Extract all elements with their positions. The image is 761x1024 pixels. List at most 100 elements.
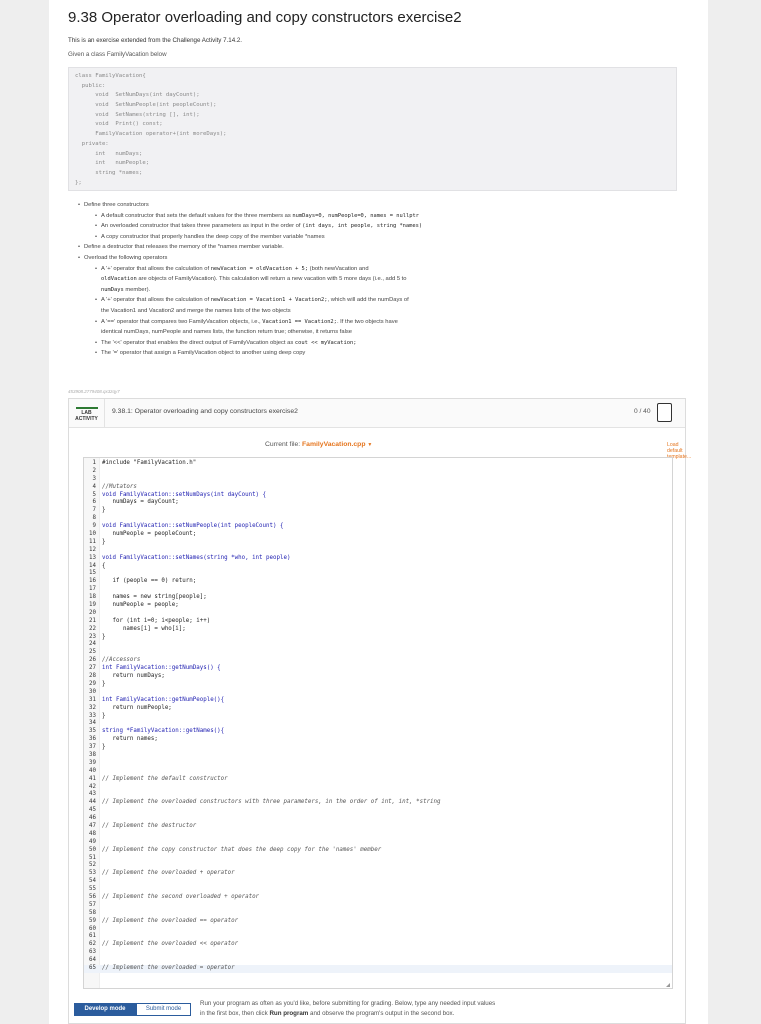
code-line[interactable]: 31 int FamilyVacation::getNumPeople(){ (84, 697, 672, 705)
code-text[interactable]: return names; (102, 736, 157, 744)
code-line[interactable]: 38 (84, 752, 672, 760)
code-line[interactable]: 15 (84, 570, 672, 578)
code-text[interactable]: // Implement the destructor (102, 823, 196, 831)
code-line[interactable]: 42 (84, 784, 672, 792)
code-text[interactable]: } (102, 507, 106, 515)
code-line[interactable]: 54 (84, 878, 672, 886)
code-line[interactable]: 18 names = new string[people]; (84, 594, 672, 602)
develop-mode-button[interactable]: Develop mode (74, 1003, 136, 1016)
code-text[interactable]: names[i] = who[i]; (102, 626, 186, 634)
code-line[interactable]: 49 (84, 839, 672, 847)
code-line[interactable]: 44 // Implement the overloaded constructo… (84, 799, 672, 807)
code-line[interactable]: 4 //Mutators (84, 484, 672, 492)
code-text[interactable]: //Accessors (102, 657, 140, 665)
code-line[interactable]: 51 (84, 855, 672, 863)
code-text[interactable]: int FamilyVacation::getNumPeople(){ (102, 697, 224, 705)
code-text[interactable]: } (102, 713, 106, 721)
code-text[interactable]: // Implement the overloaded + operator (102, 870, 235, 878)
code-line[interactable]: 21 for (int i=0; i<people; i++) (84, 618, 672, 626)
code-line[interactable]: 16 if (people == 0) return; (84, 578, 672, 586)
code-text[interactable]: //Mutators (102, 484, 137, 492)
code-line[interactable]: 20 (84, 610, 672, 618)
code-text[interactable]: void FamilyVacation::setNumPeople(int pe… (102, 523, 283, 531)
code-line[interactable]: 56 // Implement the second overloaded + o… (84, 894, 672, 902)
code-line[interactable]: 35 string *FamilyVacation::getNames(){ (84, 728, 672, 736)
code-line[interactable]: 60 (84, 926, 672, 934)
code-text[interactable]: numPeople = people; (102, 602, 178, 610)
code-line[interactable]: 32 return numPeople; (84, 705, 672, 713)
code-line[interactable]: 19 numPeople = people; (84, 602, 672, 610)
code-line[interactable]: 26 //Accessors (84, 657, 672, 665)
code-text[interactable]: if (people == 0) return; (102, 578, 196, 586)
code-text[interactable]: // Implement the overloaded == operator (102, 918, 238, 926)
code-text[interactable]: string *FamilyVacation::getNames(){ (102, 728, 224, 736)
code-line[interactable]: 59 // Implement the overloaded == operato… (84, 918, 672, 926)
code-line[interactable]: 61 (84, 933, 672, 941)
code-line[interactable]: 55 (84, 886, 672, 894)
code-line[interactable]: 41 // Implement the default constructor (84, 776, 672, 784)
code-text[interactable]: } (102, 744, 106, 752)
code-line[interactable]: 6 numDays = dayCount; (84, 499, 672, 507)
code-line[interactable]: 3 (84, 476, 672, 484)
code-line[interactable]: 34 (84, 720, 672, 728)
code-line[interactable]: 25 (84, 649, 672, 657)
code-line[interactable]: 63 (84, 949, 672, 957)
code-text[interactable]: return numPeople; (102, 705, 171, 713)
current-file-name[interactable]: FamilyVacation.cpp (302, 441, 365, 448)
submit-mode-button[interactable]: Submit mode (136, 1003, 191, 1016)
code-line[interactable]: 23} (84, 634, 672, 642)
code-line[interactable]: 37} (84, 744, 672, 752)
code-line[interactable]: 57 (84, 902, 672, 910)
code-text[interactable]: void FamilyVacation::setNumDays(int dayC… (102, 492, 266, 500)
code-text[interactable]: } (102, 681, 106, 689)
code-line[interactable]: 48 (84, 831, 672, 839)
code-line[interactable]: 39 (84, 760, 672, 768)
code-text[interactable]: return numDays; (102, 673, 164, 681)
code-line[interactable]: 40 (84, 768, 672, 776)
code-line[interactable]: 17 (84, 586, 672, 594)
code-line[interactable]: 45 (84, 807, 672, 815)
code-text[interactable]: int FamilyVacation::getNumDays() { (102, 665, 221, 673)
code-line[interactable]: 46 (84, 815, 672, 823)
code-line[interactable]: 33} (84, 713, 672, 721)
code-line[interactable]: 13 void FamilyVacation::setNames(string *… (84, 555, 672, 563)
code-line[interactable]: 50 // Implement the copy constructor that… (84, 847, 672, 855)
code-text[interactable]: // Implement the copy constructor that d… (102, 847, 381, 855)
code-line[interactable]: 29} (84, 681, 672, 689)
code-content[interactable]: 1 #include "FamilyVacation.h" 2 3 4//Mutator… (84, 460, 672, 973)
code-line[interactable]: 12 (84, 547, 672, 555)
code-line[interactable]: 27 int FamilyVacation::getNumDays() { (84, 665, 672, 673)
code-line[interactable]: 22 names[i] = who[i]; (84, 626, 672, 634)
code-text[interactable]: // Implement the overloaded constructors… (102, 799, 441, 807)
code-line[interactable]: 43 (84, 791, 672, 799)
code-editor[interactable]: 1 #include "FamilyVacation.h" 2 3 4//Mutator… (83, 457, 673, 989)
code-text[interactable]: names = new string[people]; (102, 594, 206, 602)
code-text[interactable]: // Implement the overloaded << operator (102, 941, 238, 949)
code-line[interactable]: 2 (84, 468, 672, 476)
code-text[interactable]: for (int i=0; i<people; i++) (102, 618, 210, 626)
chevron-down-icon[interactable]: ▼ (367, 442, 372, 448)
code-line[interactable]: 24 (84, 641, 672, 649)
code-line[interactable]: 8 (84, 515, 672, 523)
code-line[interactable]: 53 // Implement the overloaded + operator (84, 870, 672, 878)
code-line[interactable]: 7} (84, 507, 672, 515)
resize-handle-icon[interactable] (666, 983, 670, 987)
code-line[interactable]: 58 (84, 910, 672, 918)
code-line[interactable]: 62 // Implement the overloaded << operato… (84, 941, 672, 949)
code-text[interactable]: #include "FamilyVacation.h" (102, 460, 196, 468)
code-text[interactable]: void FamilyVacation::setNames(string *wh… (102, 555, 290, 563)
code-text[interactable]: numPeople = peopleCount; (102, 531, 196, 539)
code-line[interactable]: 36 return names; (84, 736, 672, 744)
code-text[interactable]: { (102, 563, 106, 571)
code-line[interactable]: 52 (84, 862, 672, 870)
current-file-selector[interactable]: Current file: FamilyVacation.cpp ▼ Load … (265, 441, 691, 460)
code-line[interactable]: 14 { (84, 563, 672, 571)
code-text[interactable]: // Implement the default constructor (102, 776, 228, 784)
code-text[interactable]: // Implement the overloaded = operator (102, 965, 235, 973)
code-line[interactable]: 5 void FamilyVacation::setNumDays(int day… (84, 492, 672, 500)
code-text[interactable]: numDays = dayCount; (102, 499, 178, 507)
code-text[interactable]: } (102, 539, 106, 547)
code-line[interactable]: 11} (84, 539, 672, 547)
code-line[interactable]: 65 // Implement the overloaded = operator (84, 965, 672, 973)
code-line[interactable]: 28 return numDays; (84, 673, 672, 681)
